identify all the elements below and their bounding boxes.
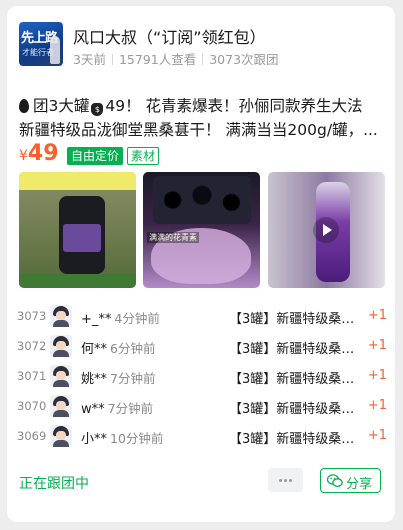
image-gallery: 满满的花青素 [19,172,385,288]
order-number: 3069 [17,429,47,443]
video-play-icon[interactable] [312,216,340,244]
more-dots-icon [279,479,282,482]
group-avatar[interactable]: 先上路 才能行者 [19,22,63,66]
avatar-figure [50,36,60,64]
list-item[interactable]: 3071 姚** 7分钟前 【3罐】新疆特级桑葚干 +1 [17,362,387,392]
money-bag-icon: $ [91,103,104,116]
price-currency: ¥ [19,148,28,164]
order-number: 3072 [17,339,47,353]
order-quantity: +1 [367,428,387,443]
user-avatar [50,335,72,357]
group-buy-card[interactable]: 先上路 才能行者 风口大叔（“订阅”领红包） 3天前 15791人查看 3073次跟… [7,6,395,522]
order-number: 3070 [17,399,47,413]
order-product: 【3罐】新疆特级桑葚干 [229,432,357,447]
product-image-1[interactable] [19,172,136,288]
order-quantity: +1 [367,308,387,323]
post-description[interactable]: 团3大罐 $49！ 花青素爆表！孙俪同款养生大法 新疆特级品泷御堂黑桑葚干！ 满满… [19,94,385,142]
user-avatar [50,365,72,387]
order-list: 3073 +_** 4分钟前 【3罐】新疆特级桑葚干 +1 3072 何** 6分钟… [17,302,387,452]
more-button[interactable] [268,468,303,492]
order-time: 10分钟前 [110,431,164,446]
jar-label [63,224,101,252]
meta-divider [202,54,204,65]
order-product: 【3罐】新疆特级桑葚干 [229,372,357,387]
order-time: 6分钟前 [110,341,156,356]
fire-icon [19,99,29,113]
order-quantity: +1 [367,338,387,353]
user-avatar [50,305,72,327]
meta-divider [111,54,113,65]
order-time: 7分钟前 [110,371,156,386]
image-footer-band [19,274,136,288]
days-ago: 3天前 [73,52,106,67]
share-label: 分享 [346,477,373,492]
user-name: 何** 6分钟前 [81,341,156,357]
order-number: 3073 [17,309,47,323]
order-product: 【3罐】新疆特级桑葚干 [229,312,357,327]
price: ¥49 [19,141,59,166]
list-item[interactable]: 3069 小** 10分钟前 【3罐】新疆特级桑葚干 +1 [17,422,387,452]
product-video[interactable] [268,172,385,288]
user-name: +_** 4分钟前 [81,311,160,327]
material-tag[interactable]: 素材 [127,147,160,165]
desc-deal-price: 49 [105,97,126,115]
follower-count: 3073次跟团 [209,52,279,67]
desc-line-1: 团3大罐 $49！ 花青素爆表！孙俪同款养生大法 [19,94,385,118]
user-name: w** 7分钟前 [81,401,154,417]
price-amount: 49 [27,141,59,166]
image-caption: 满满的花青素 [147,232,199,243]
image-banner [19,172,136,190]
desc-line-2: 新疆特级品泷御堂黑桑葚干！ 满满当当200g/罐，... [19,121,378,139]
order-product: 【3罐】新疆特级桑葚干 [229,342,357,357]
desc-deal: 团3大罐 [33,97,90,115]
order-time: 7分钟前 [107,401,154,416]
custom-price-tag: 自由定价 [67,147,124,165]
group-title[interactable]: 风口大叔（“订阅”领红包） [73,24,266,48]
order-number: 3071 [17,369,47,383]
user-avatar [50,425,72,447]
group-header: 先上路 才能行者 风口大叔（“订阅”领红包） 3天前 15791人查看 3073次跟… [19,22,385,70]
group-meta: 3天前 15791人查看 3073次跟团 [73,49,279,68]
order-quantity: +1 [367,368,387,383]
user-name: 姚** 7分钟前 [81,371,156,387]
viewer-count: 15791人查看 [118,52,197,67]
order-time: 4分钟前 [114,311,160,326]
desc-headline: ！ 花青素爆表！孙俪同款养生大法 [125,97,363,115]
list-item[interactable]: 3072 何** 6分钟前 【3罐】新疆特级桑葚干 +1 [17,332,387,362]
wechat-icon [327,474,343,488]
list-item[interactable]: 3073 +_** 4分钟前 【3罐】新疆特级桑葚干 +1 [17,302,387,332]
order-quantity: +1 [367,398,387,413]
mulberries [153,176,251,224]
user-name: 小** 10分钟前 [81,431,164,447]
user-avatar [50,395,72,417]
list-item[interactable]: 3070 w** 7分钟前 【3罐】新疆特级桑葚干 +1 [17,392,387,422]
order-product: 【3罐】新疆特级桑葚干 [229,402,357,417]
following-status: 正在跟团中 [19,476,89,492]
product-image-2[interactable]: 满满的花青素 [143,172,260,288]
share-button[interactable]: 分享 [320,468,381,493]
